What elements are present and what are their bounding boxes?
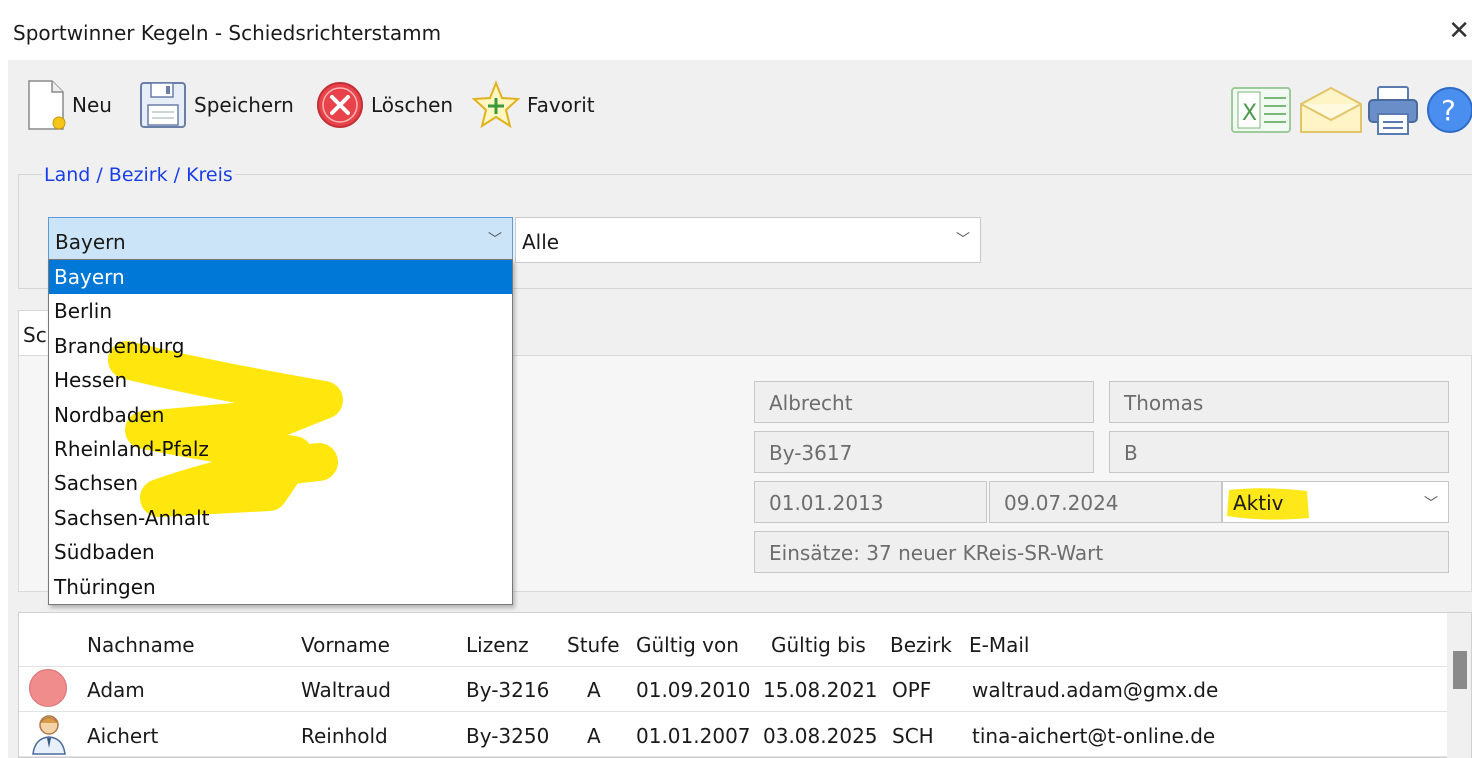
location-filter-legend: Land / Bezirk / Kreis bbox=[42, 164, 235, 186]
printer-icon bbox=[1368, 86, 1418, 135]
referee-table: Nachname Vorname Lizenz Stufe Gültig von… bbox=[18, 612, 1472, 758]
status-select[interactable]: Aktiv ﹀ bbox=[1222, 481, 1449, 523]
table-cell: Waltraud bbox=[301, 678, 391, 702]
table-cell: 15.08.2021 bbox=[763, 678, 878, 702]
help-icon: ? bbox=[1427, 87, 1472, 133]
dropdown-option[interactable]: Sachsen bbox=[49, 466, 512, 500]
toolbar: Neu Speichern Löschen Favorit X ? bbox=[8, 64, 1472, 140]
table-cell: Aichert bbox=[87, 724, 159, 748]
referee-master-window: Sportwinner Kegeln - Schiedsrichterstamm… bbox=[8, 6, 1472, 758]
table-cell: SCH bbox=[892, 724, 934, 748]
save-icon bbox=[140, 82, 186, 128]
help-button[interactable]: ? bbox=[1424, 84, 1472, 141]
close-icon[interactable]: ✕ bbox=[1448, 16, 1470, 46]
delete-icon bbox=[317, 82, 363, 128]
land-select-value: Bayern bbox=[55, 230, 126, 254]
table-cell: 01.01.2007 bbox=[636, 724, 751, 748]
new-document-icon bbox=[28, 80, 66, 130]
chevron-down-icon[interactable]: ﹀ bbox=[488, 229, 502, 249]
row-divider bbox=[19, 711, 1449, 712]
table-cell: 01.09.2010 bbox=[636, 678, 751, 702]
row-divider bbox=[19, 756, 1449, 757]
dropdown-option[interactable]: Sachsen-Anhalt bbox=[49, 501, 512, 535]
delete-button[interactable]: Löschen bbox=[315, 74, 453, 136]
lizenz-field[interactable]: By-3617 bbox=[754, 431, 1094, 473]
table-cell: waltraud.adam@gmx.de bbox=[972, 678, 1219, 702]
gueltig-bis-field[interactable]: 09.07.2024 bbox=[989, 481, 1222, 523]
bezirk-select[interactable]: Alle ﹀ bbox=[515, 217, 981, 263]
table-cell: By-3250 bbox=[466, 724, 550, 748]
column-header[interactable]: Gültig von bbox=[636, 633, 739, 657]
nachname-field[interactable]: Albrecht bbox=[754, 381, 1094, 423]
dropdown-option[interactable]: Bayern bbox=[49, 260, 512, 295]
land-dropdown-list: Bayern Berlin Brandenburg Hessen Nordbad… bbox=[48, 259, 513, 605]
status-select-value: Aktiv bbox=[1233, 491, 1284, 515]
favorite-button[interactable]: Favorit bbox=[471, 74, 595, 136]
table-cell: By-3216 bbox=[466, 678, 550, 702]
person-icon bbox=[32, 715, 66, 755]
table-cell: Adam bbox=[87, 678, 145, 702]
print-button[interactable] bbox=[1366, 84, 1420, 141]
table-cell: 03.08.2025 bbox=[763, 724, 878, 748]
column-header[interactable]: Nachname bbox=[87, 633, 195, 657]
column-header[interactable]: Vorname bbox=[301, 633, 390, 657]
delete-button-label: Löschen bbox=[371, 93, 454, 117]
dropdown-option[interactable]: Hessen bbox=[49, 363, 512, 397]
svg-text:X: X bbox=[1242, 101, 1257, 126]
window-title: Sportwinner Kegeln - Schiedsrichterstamm bbox=[13, 21, 442, 45]
table-cell: tina-aichert@t-online.de bbox=[972, 724, 1216, 748]
stufe-field[interactable]: B bbox=[1109, 431, 1449, 473]
gueltig-von-field[interactable]: 01.01.2013 bbox=[754, 481, 987, 523]
excel-icon: X bbox=[1231, 87, 1291, 133]
scrollbar-thumb[interactable] bbox=[1453, 651, 1467, 689]
new-button[interactable]: Neu bbox=[26, 74, 112, 136]
favorite-button-label: Favorit bbox=[527, 93, 595, 117]
row-divider bbox=[19, 666, 1449, 667]
save-button-label: Speichern bbox=[194, 93, 294, 117]
table-cell: A bbox=[587, 678, 601, 702]
title-bar: Sportwinner Kegeln - Schiedsrichterstamm… bbox=[8, 6, 1472, 60]
table-cell: Reinhold bbox=[301, 724, 388, 748]
chevron-down-icon[interactable]: ﹀ bbox=[956, 229, 970, 249]
dropdown-option[interactable]: Berlin bbox=[49, 294, 512, 328]
new-button-label: Neu bbox=[72, 93, 112, 117]
column-header[interactable]: Stufe bbox=[567, 633, 620, 657]
chevron-down-icon[interactable]: ﹀ bbox=[1424, 493, 1438, 513]
status-dot-icon bbox=[29, 669, 67, 707]
table-cell: A bbox=[587, 724, 601, 748]
mail-icon bbox=[1300, 86, 1362, 133]
dropdown-option[interactable]: Brandenburg bbox=[49, 329, 512, 363]
dropdown-option[interactable]: Rheinland-Pfalz bbox=[49, 432, 512, 466]
column-header[interactable]: Lizenz bbox=[466, 633, 529, 657]
dropdown-option[interactable]: Nordbaden bbox=[49, 398, 512, 432]
bezirk-select-value: Alle bbox=[522, 230, 560, 254]
excel-export-button[interactable]: X bbox=[1230, 84, 1294, 141]
column-header[interactable]: E-Mail bbox=[969, 633, 1029, 657]
bemerkung-field[interactable]: Einsätze: 37 neuer KReis-SR-Wart bbox=[754, 531, 1449, 573]
email-button[interactable] bbox=[1298, 84, 1364, 141]
dropdown-option[interactable]: Südbaden bbox=[49, 535, 512, 569]
vertical-scrollbar[interactable] bbox=[1447, 613, 1471, 758]
svg-text:?: ? bbox=[1441, 94, 1456, 127]
land-select[interactable]: Bayern ﹀ bbox=[48, 217, 513, 263]
column-header[interactable]: Bezirk bbox=[890, 633, 952, 657]
column-header[interactable]: Gültig bis bbox=[771, 633, 866, 657]
star-add-icon bbox=[471, 80, 521, 129]
save-button[interactable]: Speichern bbox=[138, 74, 294, 136]
vorname-field[interactable]: Thomas bbox=[1109, 381, 1449, 423]
dropdown-option[interactable]: Thüringen bbox=[49, 570, 512, 604]
table-cell: OPF bbox=[892, 678, 932, 702]
